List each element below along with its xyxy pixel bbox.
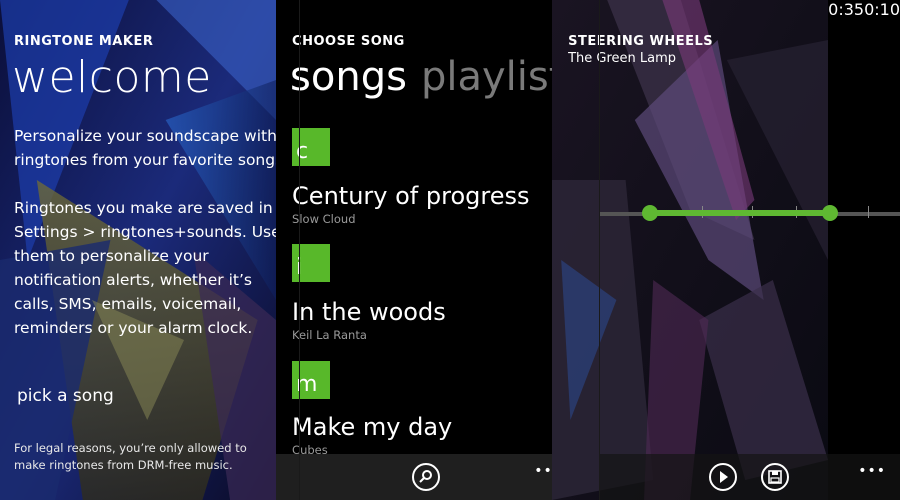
artist-name: The Green Lamp [568, 51, 677, 66]
background-art [552, 0, 829, 500]
app-bar: ••• [600, 454, 900, 500]
save-button[interactable] [761, 463, 789, 491]
intro-text: Personalize your soundscape with rington… [14, 127, 277, 169]
jump-letter-i[interactable]: i [292, 244, 331, 282]
song-artist: Keil La Ranta [292, 328, 367, 342]
jump-letter-m[interactable]: m [292, 361, 331, 399]
more-button[interactable]: ••• [858, 464, 886, 478]
end-handle[interactable] [822, 205, 838, 221]
page-title: welcome [12, 52, 212, 103]
app-title: CHOOSE SONG [292, 34, 405, 49]
app-title: RINGTONE MAKER [14, 34, 154, 49]
start-handle[interactable] [642, 205, 658, 221]
app-bar: ••• [276, 454, 553, 500]
track-tick [868, 206, 869, 218]
song-artist: Slow Cloud [292, 212, 356, 226]
play-button[interactable] [709, 463, 737, 491]
pivot-songs[interactable]: songs [290, 54, 407, 100]
legal-notice: For legal reasons, you’re only allowed t… [14, 441, 247, 472]
search-button[interactable] [412, 463, 441, 491]
song-title[interactable]: In the woods [292, 298, 446, 326]
search-icon [419, 470, 433, 483]
info-text: Ringtones you make are saved in Settings… [14, 199, 277, 337]
jump-letter-c[interactable]: c [292, 128, 331, 166]
welcome-screen: RINGTONE MAKER welcome Personalize your … [0, 0, 277, 500]
song-title[interactable]: Century of progress [292, 182, 529, 210]
pivot-playlists[interactable]: playlists [421, 54, 552, 100]
trim-selection [650, 210, 830, 216]
panel-divider [599, 0, 600, 500]
pick-song-link[interactable]: pick a song [17, 386, 114, 406]
start-time: 0:10 [864, 0, 900, 19]
song-title: STEERING WHEELS [568, 34, 714, 49]
more-button[interactable]: ••• [534, 464, 552, 478]
save-icon [768, 470, 782, 484]
song-title[interactable]: Make my day [292, 413, 452, 441]
play-icon [720, 471, 728, 483]
pivot-header: songs playlists [290, 54, 552, 100]
app-screens: RINGTONE MAKER welcome Personalize your … [0, 0, 900, 500]
panel-divider [299, 0, 300, 500]
ringtone-editor-screen: STEERING WHEELS The Green Lamp [552, 0, 829, 500]
choose-song-screen: CHOOSE SONG songs playlists c Century of … [276, 0, 553, 500]
end-time: 0:35 [828, 0, 865, 19]
